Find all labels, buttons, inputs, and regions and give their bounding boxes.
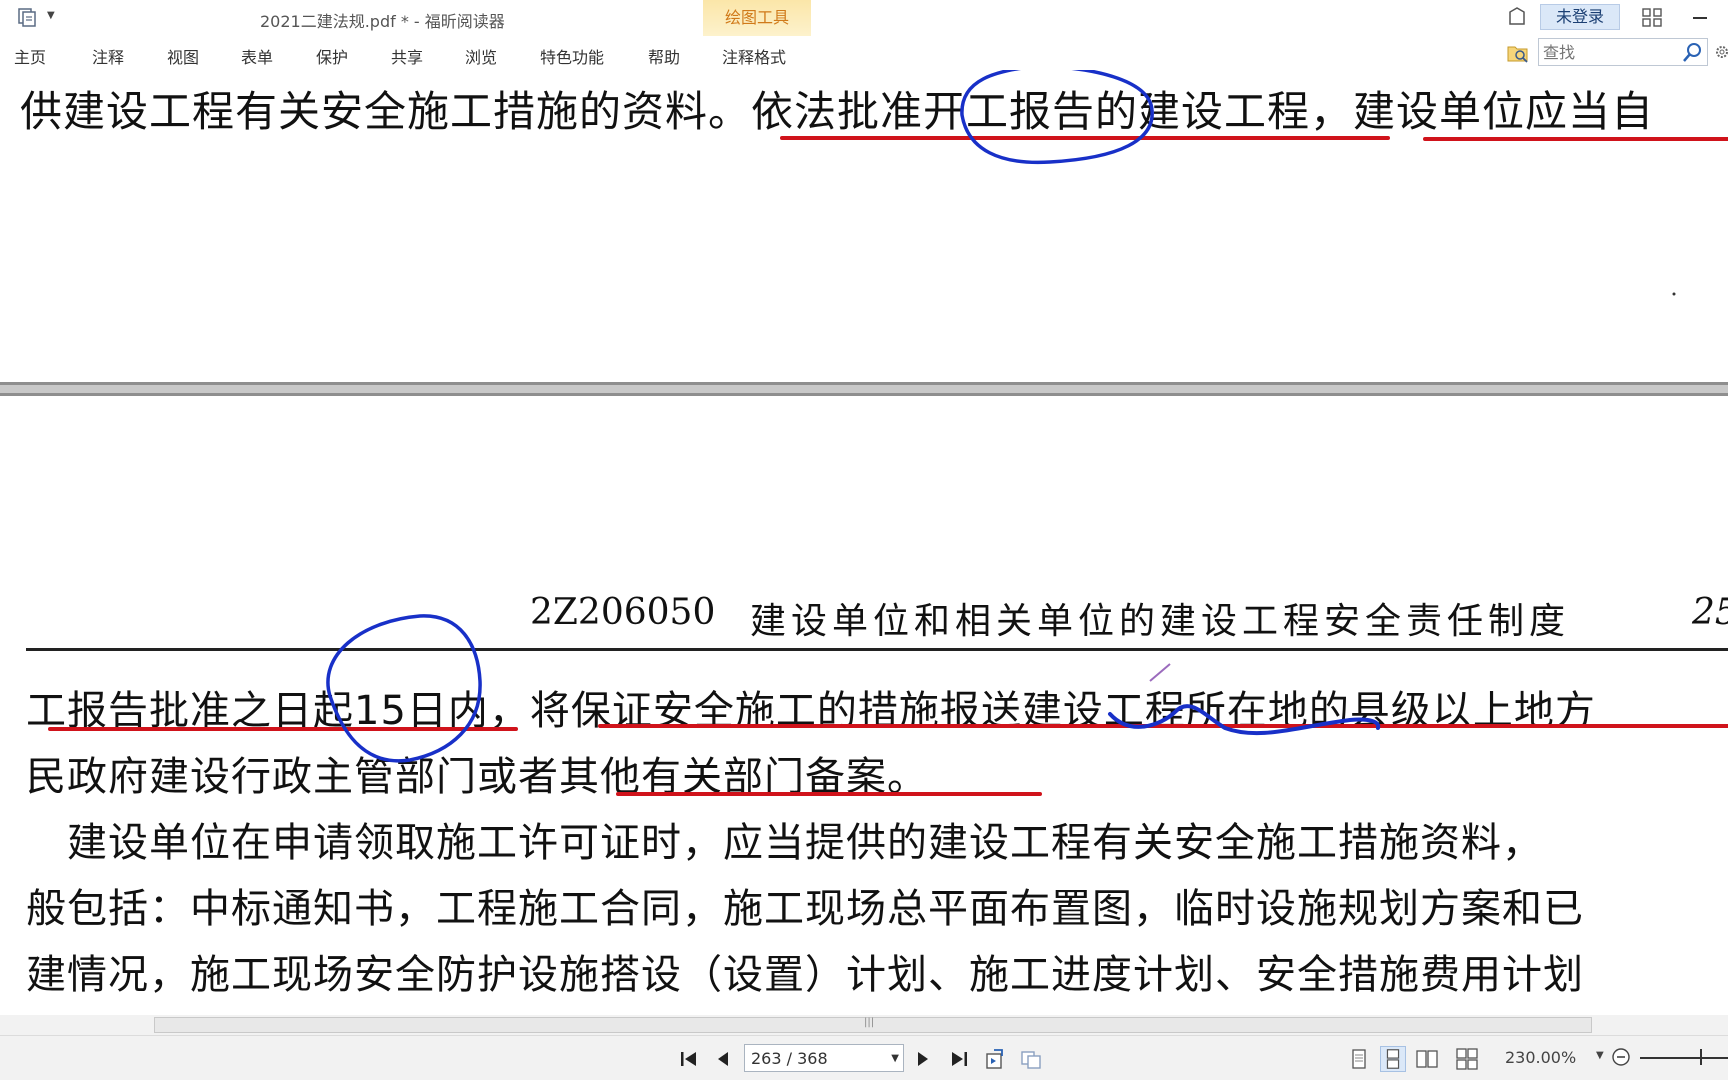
zoom-out-icon[interactable] (1610, 1046, 1632, 1068)
page-separator (0, 382, 1728, 396)
running-header-title: 建设单位和相关单位的建设工程安全责任制度 (750, 601, 1571, 642)
login-button[interactable]: 未登录 (1540, 4, 1620, 30)
menu-bar: 主页 注释 视图 表单 保护 共享 浏览 特色功能 帮助 注释格式 (0, 36, 1728, 70)
continuous-page-view-icon[interactable] (1380, 1046, 1406, 1072)
chevron-down-icon[interactable]: ▼ (891, 1053, 899, 1064)
folder-search-icon[interactable] (1506, 42, 1530, 64)
layout-icon[interactable] (1640, 4, 1664, 30)
quick-access-icon[interactable] (16, 6, 38, 28)
horizontal-scrollbar[interactable]: ||| (0, 1015, 1728, 1035)
pin-icon[interactable] (1505, 4, 1529, 30)
menu-share[interactable]: 共享 (391, 44, 423, 68)
menu-form[interactable]: 表单 (241, 44, 273, 68)
zoom-level[interactable]: 230.00% (1505, 1048, 1576, 1067)
title-bar: ▼ 2021二建法规.pdf * - 福昕阅读器 绘图工具 未登录 (0, 0, 1728, 36)
doc-text-line: 建设单位在申请领取施工许可证时，应当提供的建设工程有关安全施工措施资料， (26, 820, 1543, 866)
previous-page-icon[interactable] (710, 1046, 736, 1072)
doc-text-line: 民政府建设行政主管部门或者其他有关部门备案。 (26, 754, 928, 800)
search-icon[interactable] (1681, 42, 1703, 64)
quick-access-dropdown-icon[interactable]: ▼ (47, 10, 55, 21)
zoom-dropdown-icon[interactable]: ▼ (1596, 1050, 1604, 1061)
doc-text-line: 工报告批准之日起15日内，将保证安全施工的措施报送建设工程所在地的县级以上地方 (26, 688, 1596, 734)
header-rule (26, 648, 1728, 651)
menu-view[interactable]: 视图 (167, 44, 199, 68)
zoom-slider[interactable] (1640, 1057, 1728, 1059)
running-header-page-number: 25 (1692, 592, 1728, 633)
menu-comment[interactable]: 注释 (92, 44, 124, 68)
doc-text-line: 般包括：中标通知书，工程施工合同，施工现场总平面布置图，临时设施规划方案和已 (26, 886, 1584, 932)
running-header-code: 2Z206050 (530, 592, 716, 633)
contextual-tab-drawing-tools[interactable]: 绘图工具 (703, 0, 811, 36)
menu-home[interactable]: 主页 (14, 44, 46, 68)
window-title: 2021二建法规.pdf * - 福昕阅读器 (260, 12, 505, 31)
page-number-box[interactable]: 263 / 368 ▼ (744, 1044, 904, 1072)
document-view[interactable]: 供建设工程有关安全施工措施的资料。依法批准开工报告的建设工程，建设单位应当自 2… (0, 70, 1728, 1015)
menu-browse[interactable]: 浏览 (465, 44, 497, 68)
continuous-facing-view-icon[interactable] (1454, 1046, 1480, 1072)
single-page-view-icon[interactable] (1346, 1046, 1372, 1072)
minimize-icon[interactable] (1688, 4, 1712, 30)
scrollbar-grip-icon: ||| (864, 1017, 875, 1028)
menu-features[interactable]: 特色功能 (540, 44, 604, 68)
status-bar: 263 / 368 ▼ 230.00% ▼ (0, 1035, 1728, 1080)
next-page-icon[interactable] (910, 1046, 936, 1072)
pdf-page-bottom: 2Z206050 建设单位和相关单位的建设工程安全责任制度 25 工报告批准之日… (0, 396, 1728, 1015)
previous-view-icon[interactable] (982, 1046, 1008, 1072)
doc-text-line: 建情况，施工现场安全防护设施搭设（设置）计划、施工进度计划、安全措施费用计划 (26, 952, 1584, 998)
page-indicator[interactable]: 263 / 368 (751, 1049, 828, 1068)
search-box[interactable] (1538, 38, 1708, 66)
last-page-icon[interactable] (946, 1046, 972, 1072)
gear-icon[interactable] (1712, 42, 1728, 62)
menu-comment-format[interactable]: 注释格式 (722, 44, 786, 68)
search-input[interactable] (1543, 42, 1673, 62)
facing-page-view-icon[interactable] (1414, 1046, 1440, 1072)
zoom-slider-thumb[interactable] (1700, 1049, 1702, 1065)
stray-mark (1672, 292, 1676, 296)
first-page-icon[interactable] (676, 1046, 702, 1072)
menu-protect[interactable]: 保护 (316, 44, 348, 68)
next-view-icon[interactable] (1018, 1046, 1044, 1072)
doc-text-line: 供建设工程有关安全施工措施的资料。依法批准开工报告的建设工程，建设单位应当自 (20, 87, 1655, 136)
menu-help[interactable]: 帮助 (648, 44, 680, 68)
pdf-page-top: 供建设工程有关安全施工措施的资料。依法批准开工报告的建设工程，建设单位应当自 (0, 70, 1728, 382)
